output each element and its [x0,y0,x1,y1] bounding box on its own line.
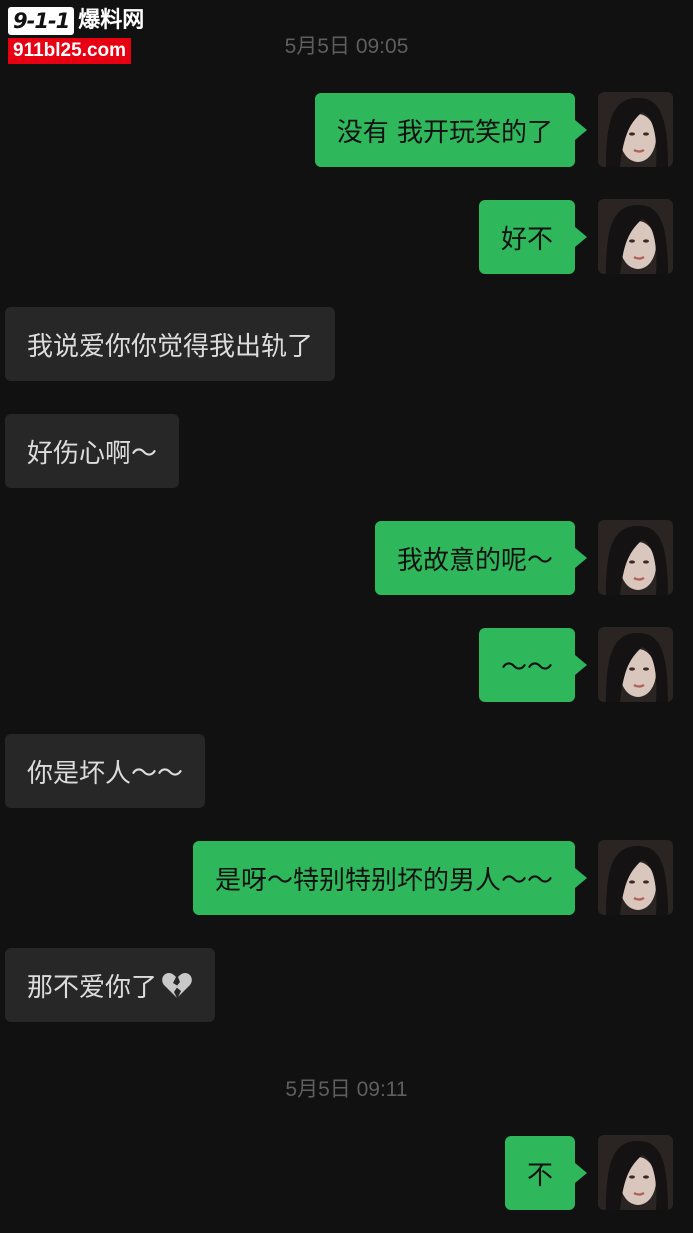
message-bubble-outgoing[interactable]: 没有 我开玩笑的了 [314,93,588,167]
avatar[interactable] [598,199,673,274]
message-bubble-outgoing[interactable]: 好不 [478,200,588,274]
message-text: 是呀～特别特别坏的男人～～ [214,865,553,896]
avatar[interactable] [598,92,673,167]
message-text: 那不爱你了 [27,972,158,1003]
timestamp: 5月5日 09:05 [284,35,409,58]
message-text: 我说爱你你觉得我出轨了 [27,331,314,362]
message-bubble-incoming[interactable]: 你是坏人～～ [5,734,206,808]
message-text: ～～ [500,652,553,683]
avatar[interactable] [598,840,673,915]
message-bubble-outgoing[interactable]: 我故意的呢～ [374,521,588,595]
message-text: 好伤心啊～ [27,438,158,469]
avatar[interactable] [598,1135,673,1210]
message-bubble-outgoing[interactable]: 不 [504,1136,588,1210]
broken-heart-icon [162,973,192,998]
message-text: 没有 我开玩笑的了 [336,117,553,148]
message-bubble-outgoing[interactable]: 是呀～特别特别坏的男人～～ [192,841,588,915]
avatar[interactable] [598,627,673,702]
message-bubble-incoming[interactable]: 好伤心啊～ [5,414,180,488]
message-bubble-incoming[interactable]: 那不爱你了 [5,948,216,1022]
timestamp: 5月5日 09:11 [285,1078,408,1101]
message-bubble-outgoing[interactable]: ～～ [478,628,588,702]
message-text: 我故意的呢～ [396,545,553,576]
message-bubble-incoming[interactable]: 我说爱你你觉得我出轨了 [5,307,336,381]
message-text: 好不 [500,224,553,255]
message-text: 你是坏人～～ [27,758,184,789]
message-text: 不 [526,1160,553,1191]
avatar[interactable] [598,520,673,595]
